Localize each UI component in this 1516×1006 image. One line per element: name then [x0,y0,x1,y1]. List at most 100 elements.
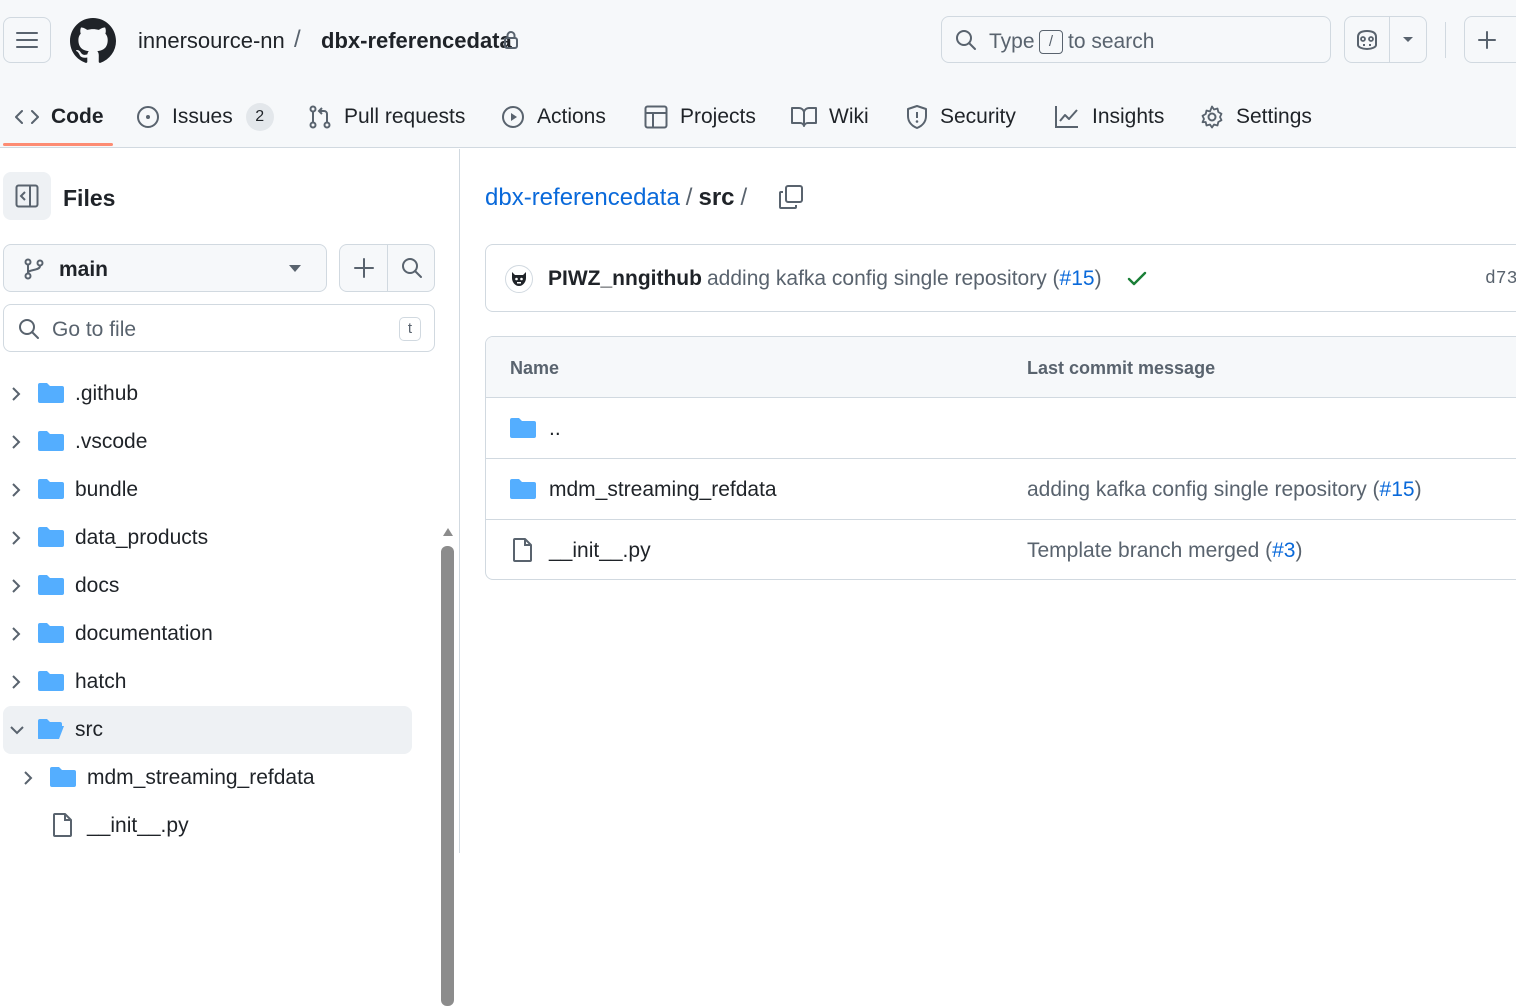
tab-code[interactable]: Code [15,88,104,146]
file-icon [513,538,532,562]
tree-item-vscode[interactable]: .vscode [0,418,412,466]
search-input[interactable]: Type / to search [941,16,1331,63]
column-header-last-commit: Last commit message [1027,358,1216,378]
tab-projects[interactable]: Projects [644,88,756,146]
tab-label: Pull requests [344,105,466,128]
copy-path-icon[interactable] [778,184,804,210]
tab-wiki[interactable]: Wiki [791,88,869,146]
row-pr-link[interactable]: #15 [1380,478,1415,501]
tree-item-github[interactable]: .github [0,370,412,418]
row-name[interactable]: mdm_streaming_refdata [549,478,777,502]
tree-item-documentation[interactable]: documentation [0,610,412,658]
chevron-right-icon [12,483,21,497]
active-tab-indicator [3,143,113,146]
scroll-up-arrow-icon[interactable] [442,527,454,537]
repo-header: innersource-nn / dbx-referencedata Type … [0,0,1516,148]
plus-icon [353,258,374,278]
latest-commit-box: PIWZ_nngithub adding kafka config single… [485,244,1516,312]
folder-icon [38,479,64,499]
tree-item-hatch[interactable]: hatch [0,658,412,706]
tree-item-data-products[interactable]: data_products [0,514,412,562]
copilot-button[interactable] [1344,16,1390,63]
top-bar: innersource-nn / dbx-referencedata Type … [0,0,1516,82]
tab-actions[interactable]: Actions [501,88,606,146]
tree-item-label: hatch [75,670,127,693]
commit-hash-link[interactable]: d73 [1485,269,1516,289]
tab-security[interactable]: Security [906,88,1016,146]
tree-item-label: .vscode [75,430,148,453]
row-commit-message[interactable]: Template branch merged (#3) [1027,539,1302,563]
tree-item-label: mdm_streaming_refdata [87,766,315,789]
tree-item-label: data_products [75,526,209,549]
pull-request-icon [309,105,331,129]
create-new-button[interactable] [1464,16,1516,63]
tree-item-docs[interactable]: docs [0,562,412,610]
file-tree-sidebar: Files main Go to file t .github .vscode [0,149,460,1006]
tree-item-label: .github [75,382,139,405]
chevron-right-icon [12,435,21,449]
shield-icon [907,105,927,129]
commit-pr-link[interactable]: #15 [1060,267,1095,290]
breadcrumb-repo-link[interactable]: dbx-referencedata [485,184,680,211]
tree-item-label: src [75,718,103,741]
issues-count-badge: 2 [245,103,274,131]
repo-name-link[interactable]: dbx-referencedata [321,28,512,54]
add-file-button[interactable] [340,245,388,291]
tree-item-mdm-streaming-refdata[interactable]: mdm_streaming_refdata [0,754,412,802]
chevron-down-icon [10,726,24,735]
tab-settings[interactable]: Settings [1200,88,1312,146]
menu-button[interactable] [3,17,51,63]
tab-label: Issues [172,105,233,128]
table-icon [644,105,668,129]
row-pr-link[interactable]: #3 [1272,539,1295,562]
table-row[interactable]: mdm_streaming_refdata adding kafka confi… [486,459,1516,520]
row-commit-end: ) [1295,539,1303,562]
go-to-file-input[interactable]: Go to file t [3,304,435,352]
chevron-right-icon [12,627,21,641]
row-name[interactable]: .. [549,417,561,441]
tab-insights[interactable]: Insights [1054,88,1164,146]
tab-issues[interactable]: Issues 2 [136,88,274,146]
graph-icon [1055,106,1078,128]
repo-owner-link[interactable]: innersource-nn [138,28,285,54]
branch-selector[interactable]: main [3,244,327,292]
collapse-sidebar-button[interactable] [3,172,51,220]
column-header-name: Name [510,358,560,378]
commit-message-text: adding kafka config single repository ( [707,267,1060,290]
tree-item-bundle[interactable]: bundle [0,466,412,514]
tree-item-init-py[interactable]: __init__.py [0,802,412,850]
row-name[interactable]: __init__.py [549,539,651,563]
tab-label: Wiki [829,105,869,128]
breadcrumb-current: src [698,184,735,211]
main-content: dbx-referencedata / src / PIWZ_nngithub add… [461,149,1516,853]
copilot-dropdown-button[interactable] [1389,16,1427,63]
folder-icon [38,575,64,595]
breadcrumb-separator: / [685,184,693,211]
row-commit-message[interactable]: adding kafka config single repository (#… [1027,478,1422,502]
lock-icon [504,31,518,49]
avatar[interactable] [505,265,533,293]
folder-icon [50,767,76,787]
tab-label: Security [940,105,1016,128]
directory-table: Name Last commit message .. mdm_streamin… [485,336,1516,580]
sidebar-scrollbar[interactable] [441,546,454,1006]
copilot-icon [1357,29,1377,50]
search-files-button[interactable] [388,245,435,291]
commit-message[interactable]: adding kafka config single repository (#… [707,267,1102,291]
tree-item-label: __init__.py [87,814,189,837]
tree-item-src[interactable]: src [3,706,412,754]
table-row[interactable]: __init__.py Template branch merged (#3) [486,520,1516,579]
caret-down-icon [289,265,301,272]
hamburger-icon [16,32,38,48]
folder-icon [38,431,64,451]
breadcrumb-separator: / [740,184,748,211]
check-icon[interactable] [1127,271,1147,287]
folder-icon [38,527,64,547]
github-logo-icon[interactable] [70,18,116,64]
tab-pull-requests[interactable]: Pull requests [308,88,465,146]
table-row-parent[interactable]: .. [486,398,1516,459]
breadcrumb: dbx-referencedata / src / [485,184,753,212]
chevron-right-icon [12,579,21,593]
folder-icon [38,623,64,643]
commit-author-link[interactable]: PIWZ_nngithub [548,267,702,291]
